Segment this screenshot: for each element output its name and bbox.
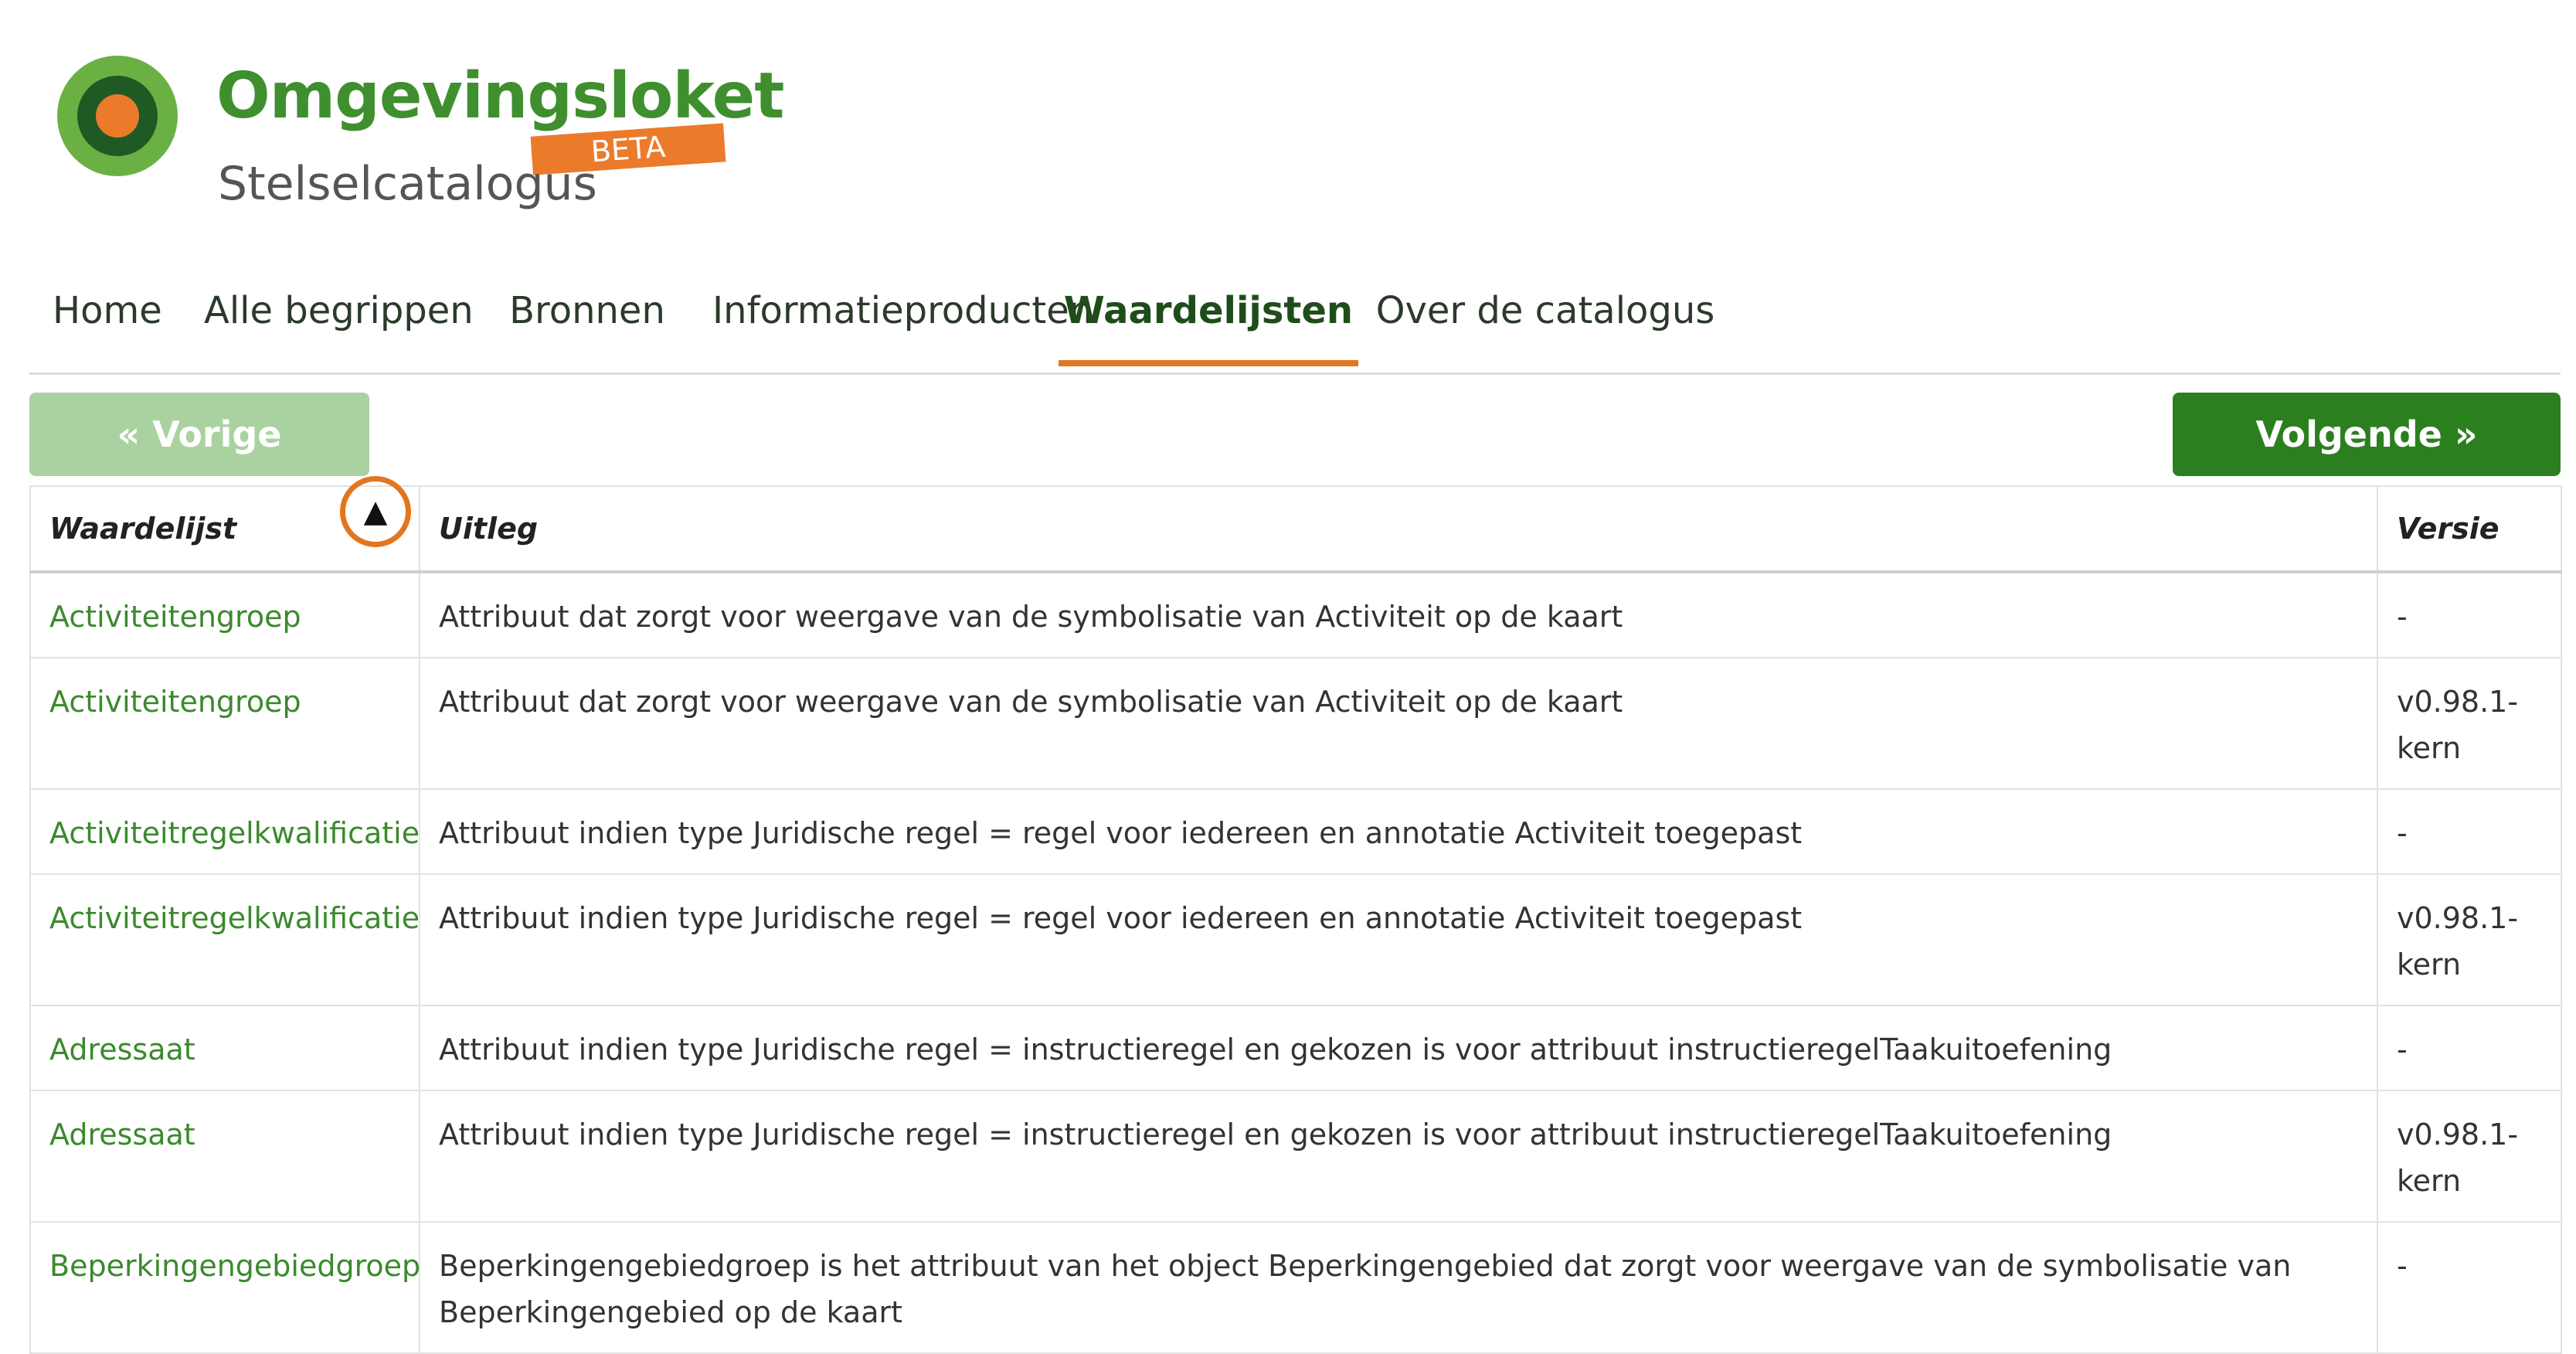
nav-informatieproducten[interactable]: Informatieproducten	[712, 281, 1093, 366]
cell-versie: v0.98.1-kern	[2377, 657, 2562, 790]
waardelijsten-table: Waardelijst ▲ Uitleg Versie Activiteiten…	[29, 476, 2562, 1354]
logo-subtitle: Stelselcatalogus	[218, 157, 597, 211]
waardelijst-link[interactable]: Beperkingengebiedgroep	[49, 1249, 420, 1283]
cell-versie: v0.98.1-kern	[2377, 1090, 2562, 1223]
cell-versie: -	[2377, 1221, 2562, 1354]
cell-uitleg: Attribuut dat zorgt voor weergave van de…	[419, 571, 2378, 658]
nav-waardelijsten[interactable]: Waardelijsten	[1059, 281, 1358, 366]
logo-title: Omgevingsloket	[216, 60, 784, 133]
cell-versie: v0.98.1-kern	[2377, 873, 2562, 1006]
table-header-row: Waardelijst ▲ Uitleg Versie	[29, 476, 2562, 573]
column-header-uitleg[interactable]: Uitleg	[419, 485, 2378, 573]
table-row: Activiteitengroep Attribuut dat zorgt vo…	[29, 571, 2562, 658]
waardelijst-link[interactable]: Adressaat	[49, 1033, 195, 1067]
waardelijst-link[interactable]: Activiteitengroep	[49, 685, 301, 719]
cell-versie: -	[2377, 1005, 2562, 1091]
logo-icon	[57, 56, 178, 176]
nav-alle-begrippen[interactable]: Alle begrippen	[204, 281, 474, 366]
table-row: Activiteitregelkwalificatie Attribuut in…	[29, 788, 2562, 875]
table-row: Activiteitregelkwalificatie Attribuut in…	[29, 873, 2562, 1006]
cell-uitleg: Beperkingengebiedgroep is het attribuut …	[419, 1221, 2378, 1354]
nav-home[interactable]: Home	[53, 281, 162, 366]
previous-button[interactable]: « Vorige	[29, 393, 369, 476]
cell-waardelijst: Activiteitengroep	[29, 571, 420, 658]
cell-uitleg: Attribuut indien type Juridische regel =…	[419, 788, 2378, 875]
table-row: Adressaat Attribuut indien type Juridisc…	[29, 1005, 2562, 1091]
cell-uitleg: Attribuut dat zorgt voor weergave van de…	[419, 657, 2378, 790]
cell-versie: -	[2377, 571, 2562, 658]
cell-uitleg: Attribuut indien type Juridische regel =…	[419, 873, 2378, 1006]
logo[interactable]: Omgevingsloket BETA Stelselcatalogus	[57, 51, 784, 221]
nav-over-de-catalogus[interactable]: Over de catalogus	[1375, 281, 1715, 366]
column-header-label: Waardelijst	[49, 512, 237, 546]
column-header-waardelijst[interactable]: Waardelijst ▲	[29, 476, 420, 573]
column-header-versie[interactable]: Versie	[2377, 485, 2562, 573]
cell-waardelijst: Beperkingengebiedgroep	[29, 1221, 420, 1354]
waardelijst-link[interactable]: Activiteitengroep	[49, 600, 301, 634]
main-nav: Home Alle begrippen Bronnen Informatiepr…	[29, 270, 2561, 375]
table-row: Beperkingengebiedgroep Beperkingengebied…	[29, 1221, 2562, 1354]
next-button[interactable]: Volgende »	[2173, 393, 2561, 476]
table-row: Activiteitengroep Attribuut dat zorgt vo…	[29, 657, 2562, 790]
cell-waardelijst: Activiteitregelkwalificatie	[29, 873, 420, 1006]
table-row: Adressaat Attribuut indien type Juridisc…	[29, 1090, 2562, 1223]
cell-uitleg: Attribuut indien type Juridische regel =…	[419, 1090, 2378, 1223]
cell-waardelijst: Activiteitengroep	[29, 657, 420, 790]
sort-ascending-icon: ▲	[363, 494, 388, 529]
page: Omgevingsloket BETA Stelselcatalogus Hom…	[0, 0, 2576, 1354]
cell-uitleg: Attribuut indien type Juridische regel =…	[419, 1005, 2378, 1091]
nav-bronnen[interactable]: Bronnen	[504, 281, 671, 366]
cell-versie: -	[2377, 788, 2562, 875]
sort-button[interactable]: ▲	[340, 476, 411, 547]
cell-waardelijst: Adressaat	[29, 1090, 420, 1223]
waardelijst-link[interactable]: Adressaat	[49, 1118, 195, 1152]
cell-waardelijst: Adressaat	[29, 1005, 420, 1091]
waardelijst-link[interactable]: Activiteitregelkwalificatie	[49, 901, 420, 935]
cell-waardelijst: Activiteitregelkwalificatie	[29, 788, 420, 875]
waardelijst-link[interactable]: Activiteitregelkwalificatie	[49, 816, 420, 850]
